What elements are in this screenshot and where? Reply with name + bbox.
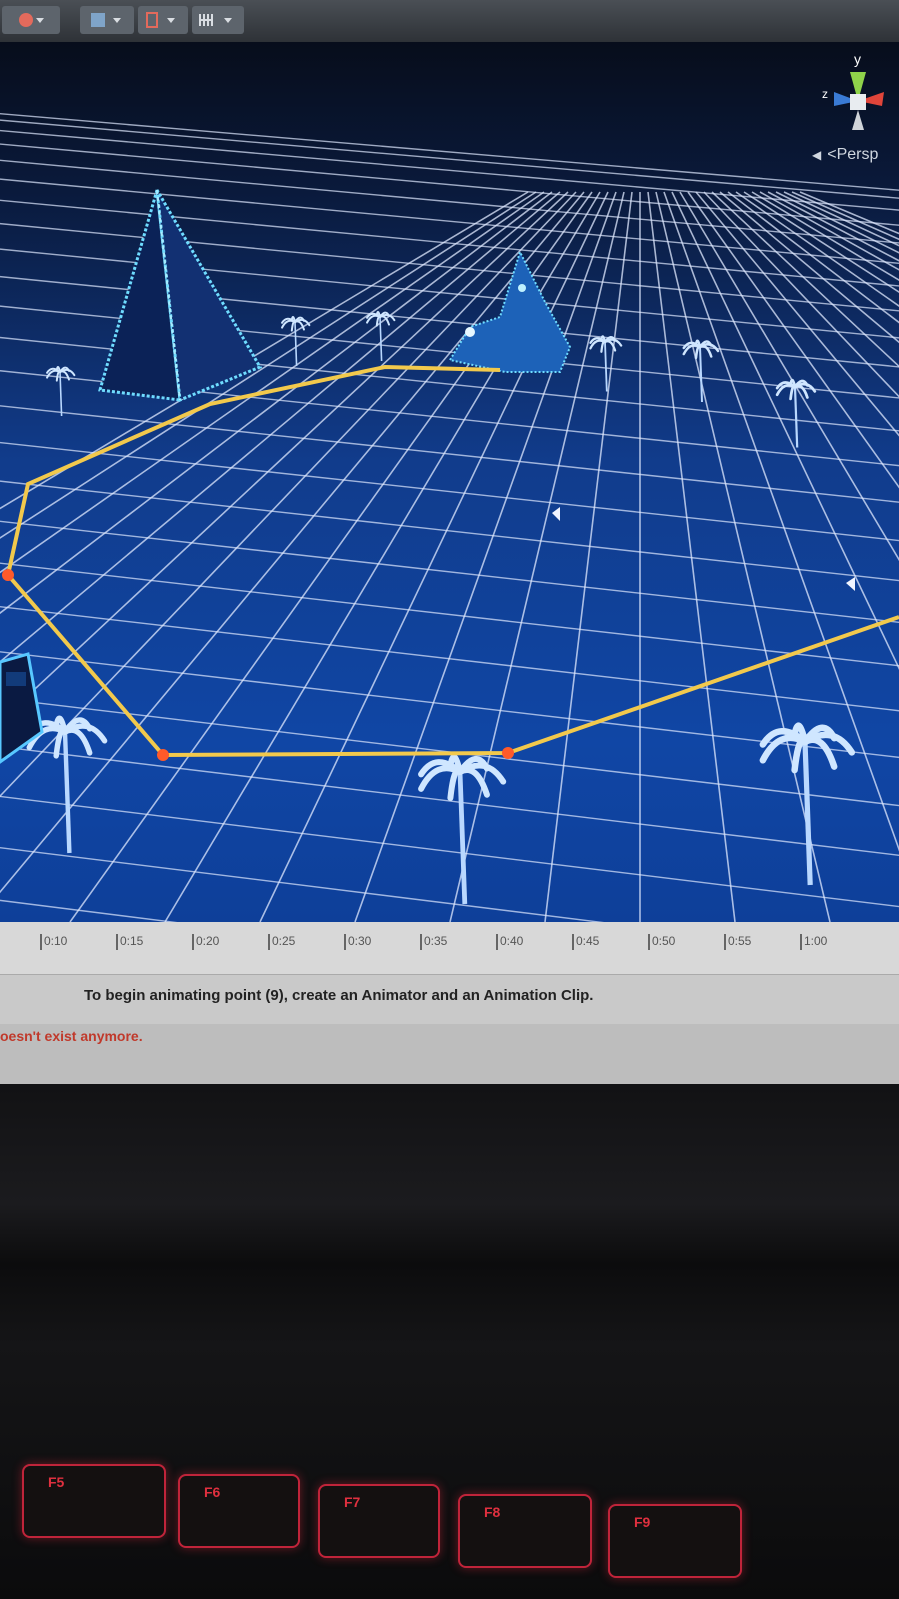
grid-line (0, 846, 605, 922)
key-label: F5 (48, 1474, 65, 1490)
grid-line (0, 191, 569, 723)
animation-hint-message: To begin animating point (9), create an … (84, 987, 594, 1004)
function-key-f6: F6 (178, 1474, 300, 1548)
orientation-gizmo[interactable]: y z (820, 46, 899, 141)
projection-text: <Persp (827, 146, 879, 163)
gizmo-z-label: z (822, 87, 828, 101)
animation-timeline[interactable]: 0:10 0:15 0:20 0:25 0:30 0:35 0:40 0:45 0:50 0:55… (0, 922, 899, 974)
gizmo-center-cube[interactable] (850, 94, 866, 110)
grid-line (0, 119, 899, 199)
pyramid-object[interactable] (98, 189, 263, 403)
palm-tree (418, 754, 507, 905)
grid-line (0, 191, 577, 798)
grid-line (0, 191, 537, 539)
key-label: F7 (344, 1494, 361, 1510)
audio-source-icon (552, 507, 560, 521)
waypoint-node[interactable] (502, 747, 514, 759)
grid-line (751, 191, 899, 282)
key-label: F8 (484, 1504, 501, 1520)
palm-tree (775, 378, 817, 448)
palm-tree (366, 311, 396, 362)
grid-line (0, 562, 899, 667)
audio-icon (196, 10, 240, 30)
laptop-screen: y z ◀ <Persp 0:10 0:15 0:20 0:25 0:30 0:35 0:40… (0, 0, 899, 1110)
palm-tree (682, 339, 720, 403)
scene-viewport[interactable]: y z ◀ <Persp (0, 42, 899, 922)
grid-line (0, 159, 899, 244)
grid-line (671, 191, 899, 671)
scene-canvas (0, 112, 899, 922)
palm-tree (26, 715, 108, 854)
grid-line (0, 191, 553, 615)
console-error-text[interactable]: oesn't exist anymore. (0, 1028, 143, 1044)
key-label: F9 (634, 1514, 651, 1530)
grid-line (0, 112, 899, 191)
render-mode-icon (143, 10, 183, 30)
grid-line (0, 605, 899, 712)
grid-line (687, 191, 899, 489)
grid-line (0, 441, 899, 542)
grid-line (663, 191, 899, 852)
timeline-tick-label[interactable]: 0:40 (496, 934, 523, 950)
timeline-tick-label[interactable]: 0:25 (268, 934, 295, 950)
building-object[interactable] (0, 652, 44, 764)
grid-line (354, 191, 617, 922)
scene-toolbar (0, 0, 899, 42)
grid-line (0, 520, 899, 624)
laptop-bezel-keyboard: F5 F6 F7 F8 F9 (0, 1084, 899, 1599)
gizmo-icon (87, 10, 127, 30)
timeline-tick-label[interactable]: 0:45 (572, 934, 599, 950)
toolbar-button-gizmo[interactable] (80, 6, 134, 34)
grid-line (735, 191, 899, 307)
grid-line (727, 191, 899, 324)
function-key-f9: F9 (608, 1504, 742, 1578)
timeline-tick-label[interactable]: 0:50 (648, 934, 675, 950)
grid-line (544, 191, 633, 922)
console-status-bar[interactable]: oesn't exist anymore. (0, 1024, 899, 1084)
speaker-icon: ◀ (812, 148, 822, 162)
key-label: F6 (204, 1484, 221, 1500)
waypoint-node[interactable] (157, 749, 169, 761)
waypoint-node[interactable] (2, 569, 14, 581)
timeline-tick-label[interactable]: 0:20 (192, 934, 219, 950)
gizmo-neg-y-cone[interactable] (852, 110, 864, 130)
grid-line (0, 191, 585, 894)
timeline-tick-label[interactable]: 0:10 (40, 934, 67, 950)
toolbar-button-audio[interactable] (192, 6, 244, 34)
globe-icon (16, 10, 46, 30)
toolbar-button-globe[interactable] (2, 6, 60, 34)
timeline-tick-label[interactable]: 0:55 (724, 934, 751, 950)
grid-line (679, 191, 899, 562)
waypoint-path[interactable] (5, 364, 899, 758)
toolbar-button-render-mode[interactable] (138, 6, 188, 34)
grid-line (0, 795, 899, 908)
function-key-f8: F8 (458, 1494, 592, 1568)
animation-message-bar: To begin animating point (9), create an … (0, 974, 899, 1025)
function-key-f5: F5 (22, 1464, 166, 1538)
audio-source-icon-2 (846, 577, 855, 591)
grid-line (0, 143, 899, 226)
timeline-tick-label[interactable]: 1:00 (800, 934, 827, 950)
grid-line (0, 191, 529, 510)
gizmo-y-label: y (854, 51, 861, 67)
timeline-tick-label[interactable]: 0:30 (344, 934, 371, 950)
palm-tree (46, 366, 76, 417)
function-key-f7: F7 (318, 1484, 440, 1558)
timeline-tick-label[interactable]: 0:15 (116, 934, 143, 950)
grid-line (0, 480, 899, 582)
grid-line (0, 178, 899, 265)
palm-tree (589, 335, 623, 392)
projection-label[interactable]: ◀ <Persp (812, 146, 878, 164)
timeline-tick-label[interactable]: 0:35 (420, 934, 447, 950)
grid-line (0, 899, 178, 922)
